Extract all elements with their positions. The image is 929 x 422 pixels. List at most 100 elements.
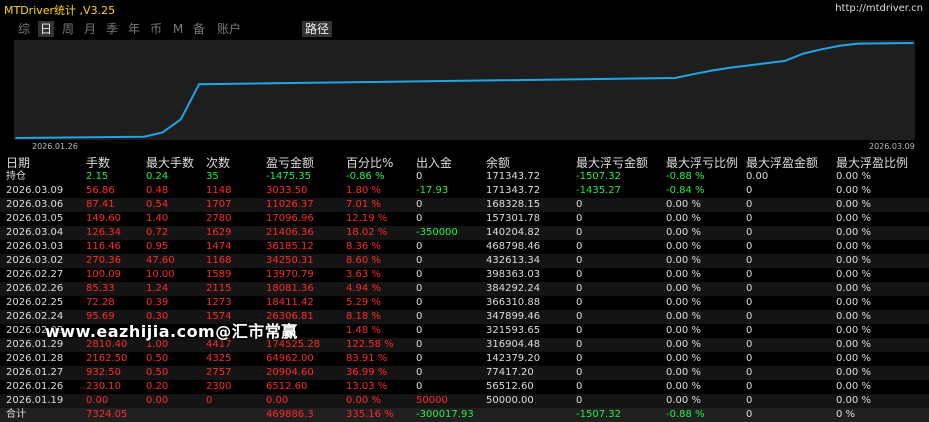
cell-balance: 50000.00 [486,395,534,406]
cell-max-float-profit-pct: 0.00 % [836,199,871,210]
equity-point [710,69,713,72]
cell-max-float-profit: 0 [746,213,753,224]
cell-deposit-withdraw: 0 [416,353,423,364]
cell-pnl-amount: 3033.50 [266,185,308,196]
tab-summary[interactable]: 综 [16,21,32,37]
cell-percent: 1.48 % [346,325,381,336]
cell-lots: 149.60 [86,213,121,224]
tab-account[interactable]: 账户 [214,21,244,37]
cell-max-float-loss: 0 [576,311,583,322]
cell-percent: -0.86 % [346,171,385,182]
cell-max-float-profit: 0.00 [746,171,769,182]
cell-max-float-loss-pct: 0.00 % [666,241,701,252]
cell-lots: 7324.05 [86,409,128,420]
cell-max-float-loss: 0 [576,297,583,308]
tab-path[interactable]: 路径 [302,21,332,37]
cell-count: 1707 [206,199,232,210]
cell-pnl-amount: 18411.42 [266,297,314,308]
cell-max-float-loss: -1507.32 [576,409,621,420]
header-lots[interactable]: 手数 [86,156,110,170]
equity-chart-svg [15,42,914,139]
cell-balance: 157301.78 [486,213,541,224]
cell-balance: 347899.46 [486,311,541,322]
cell-balance: 316904.48 [486,339,541,350]
cell-percent: 13.03 % [346,381,388,392]
header-max-float-loss[interactable]: 最大浮亏金额 [576,156,648,170]
website-link[interactable]: http://mtdriver.cn [835,3,923,14]
cell-max-float-profit: 0 [746,227,753,238]
tab-monthly[interactable]: 月 [82,21,98,37]
cell-max-float-loss-pct: -0.88 % [666,409,705,420]
cell-max-float-profit-pct: 0.00 % [836,241,871,252]
cell-max-float-profit-pct: 0.00 % [836,171,871,182]
header-count[interactable]: 次数 [206,156,230,170]
header-max-float-profit[interactable]: 最大浮盈金额 [746,156,818,170]
cell-pnl-amount: 34250.31 [266,255,314,266]
tab-weekly[interactable]: 周 [60,21,76,37]
cell-max-lots: 47.60 [146,255,175,266]
tab-notes[interactable]: 备 [190,21,208,37]
cell-max-lots: 0.48 [146,185,169,196]
tab-daily[interactable]: 日 [38,21,54,37]
tab-magic[interactable]: M [170,21,186,37]
cell-max-float-loss: 0 [576,325,583,336]
cell-date: 2026.03.06 [6,199,64,210]
cell-count: 1589 [206,269,232,280]
cell-max-float-loss-pct: -0.88 % [666,171,705,182]
table-row: 2026.01.19 0.00 0.00 0 0.00 0.00 % 50000 50000.… [0,394,929,408]
header-deposit-withdraw[interactable]: 出入金 [416,156,452,170]
cell-max-float-loss: 0 [576,213,583,224]
table-row: 2026.03.02 270.36 47.60 1168 34250.31 8.60 % 0… [0,254,929,268]
cell-max-float-loss: 0 [576,227,583,238]
tab-quarterly[interactable]: 季 [104,21,120,37]
cell-date: 2026.01.26 [6,381,64,392]
cell-max-lots: 0.50 [146,367,169,378]
header-max-float-loss-pct[interactable]: 最大浮亏比例 [666,156,738,170]
cell-deposit-withdraw: 0 [416,367,423,378]
cell-date: 2026.01.28 [6,353,64,364]
cell-percent: 8.60 % [346,255,381,266]
table-row: 2026.01.27 932.50 0.50 2757 20904.60 36.99 % 0… [0,366,929,380]
equity-point [143,135,145,138]
cell-max-float-loss: -1435.27 [576,185,621,196]
chart-x-tick-end: 2026.03.09 [869,142,915,151]
equity-point [820,48,823,51]
cell-date: 2026.02.27 [6,269,64,280]
cell-max-lots: 0.20 [146,381,169,392]
cell-max-float-profit: 0 [746,325,753,336]
cell-pnl-amount: 36185.12 [266,241,314,252]
cell-max-float-profit: 0 [746,185,753,196]
cell-max-float-profit: 0 [746,311,753,322]
cell-max-float-profit: 0 [746,409,753,420]
header-percent[interactable]: 百分比% [346,156,393,170]
cell-max-float-profit: 0 [746,283,753,294]
cell-max-float-loss-pct: 0.00 % [666,367,701,378]
cell-deposit-withdraw: -300017.93 [416,409,474,420]
cell-max-float-loss: 0 [576,269,583,280]
table-row: 2026.03.03 116.46 0.95 1474 36185.12 8.36 % 0 4… [0,240,929,254]
cell-max-float-profit: 0 [746,241,753,252]
cell-percent: 1.80 % [346,185,381,196]
app-title: MTDriver统计 ,V3.25 [4,4,116,17]
header-pnl-amount[interactable]: 盈亏金额 [266,156,314,170]
header-date[interactable]: 日期 [6,156,30,170]
cell-balance: 432613.34 [486,255,541,266]
header-max-float-profit-pct[interactable]: 最大浮盈比例 [836,156,908,170]
cell-count: 1148 [206,185,232,196]
cell-deposit-withdraw: 0 [416,283,423,294]
cell-deposit-withdraw: 0 [416,241,423,252]
header-balance[interactable]: 余额 [486,156,510,170]
cell-pnl-amount: 64962.00 [266,353,314,364]
cell-percent: 8.18 % [346,311,381,322]
cell-deposit-withdraw: 0 [416,269,423,280]
table-row: 2026.02.25 72.28 0.39 1273 18411.42 5.29 % 0 36… [0,296,929,310]
cell-count: 35 [206,171,219,182]
cell-max-float-profit-pct: 0.00 % [836,339,871,350]
tab-yearly[interactable]: 年 [126,21,142,37]
equity-chart [14,40,915,140]
header-max-lots[interactable]: 最大手数 [146,156,194,170]
cell-max-float-loss-pct: 0.00 % [666,325,701,336]
cell-balance: 398363.03 [486,269,541,280]
tab-currency[interactable]: 币 [148,21,164,37]
chart-x-tick-start: 2026.01.26 [32,142,78,151]
